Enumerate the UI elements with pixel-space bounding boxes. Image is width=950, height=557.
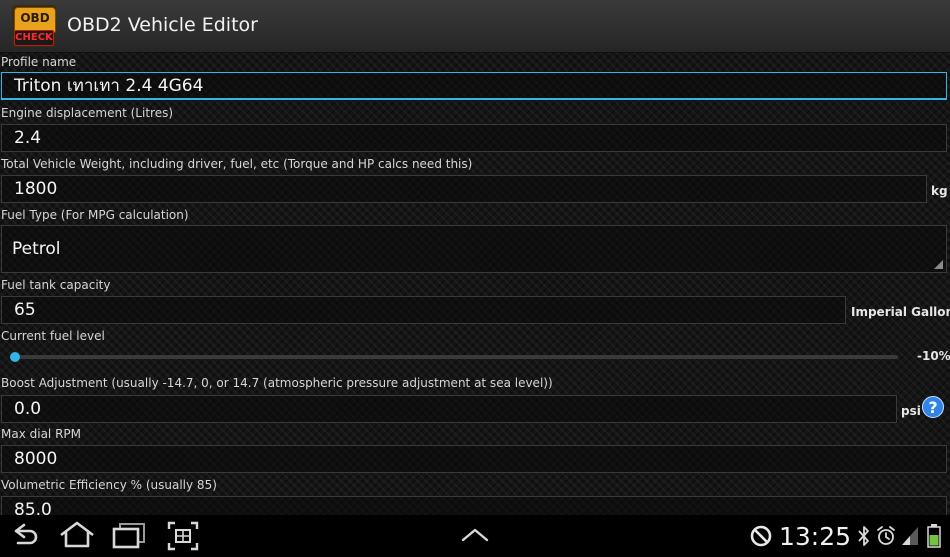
help-icon[interactable]: ? [922,396,944,418]
status-clock: 13:25 [779,522,852,551]
fuel-tank-capacity-label: Fuel tank capacity [1,278,111,292]
vehicle-weight-unit: kg [931,184,948,198]
profile-name-label: Profile name [1,55,77,69]
icon-bottom-text: CHECK [14,30,54,46]
home-icon[interactable] [57,515,97,557]
bluetooth-icon [858,526,869,546]
battery-icon [927,524,941,548]
fuel-type-value: Petrol [12,239,61,259]
engine-displacement-label: Engine displacement (Litres) [1,106,174,120]
volumetric-efficiency-label: Volumetric Efficiency % (usually 85) [1,478,217,492]
current-fuel-level-label: Current fuel level [1,329,105,343]
fuel-tank-capacity-input[interactable]: 65 [1,296,846,324]
max-dial-rpm-label: Max dial RPM [1,427,82,441]
action-bar: OBD CHECK OBD2 Vehicle Editor [0,0,950,53]
icon-top-text: OBD [20,11,50,25]
no-sim-icon [750,525,772,547]
engine-displacement-input[interactable]: 2.4 [1,124,947,152]
chevron-up-icon[interactable] [458,515,492,557]
back-icon[interactable] [8,515,42,557]
boost-adjustment-unit: psi [901,404,921,418]
alarm-icon [877,526,895,545]
system-navigation-bar: 13:25 [0,515,950,557]
fuel-tank-capacity-unit: Imperial Gallons [851,305,950,319]
vehicle-weight-label: Total Vehicle Weight, including driver, … [1,157,473,171]
screenshot-icon[interactable] [164,515,202,557]
obd-check-engine-icon[interactable]: OBD CHECK [12,5,56,47]
recent-apps-icon[interactable] [110,515,148,557]
boost-adjustment-input[interactable]: 0.0 [1,395,897,423]
boost-adjustment-label: Boost Adjustment (usually -14.7, 0, or 1… [1,376,553,390]
dropdown-corner-icon [934,260,943,269]
fuel-level-value: -10% [917,349,950,363]
fuel-level-slider-thumb[interactable] [10,352,20,362]
fuel-type-label: Fuel Type (For MPG calculation) [1,208,189,222]
profile-name-input[interactable]: Triton เทาเทา 2.4 4G64 [1,72,947,100]
signal-icon [902,527,918,545]
fuel-level-slider[interactable] [13,355,898,359]
page-title: OBD2 Vehicle Editor [67,14,258,36]
fuel-type-dropdown[interactable]: Petrol [1,225,947,273]
vehicle-weight-input[interactable]: 1800 [1,175,927,203]
max-dial-rpm-input[interactable]: 8000 [1,445,947,473]
